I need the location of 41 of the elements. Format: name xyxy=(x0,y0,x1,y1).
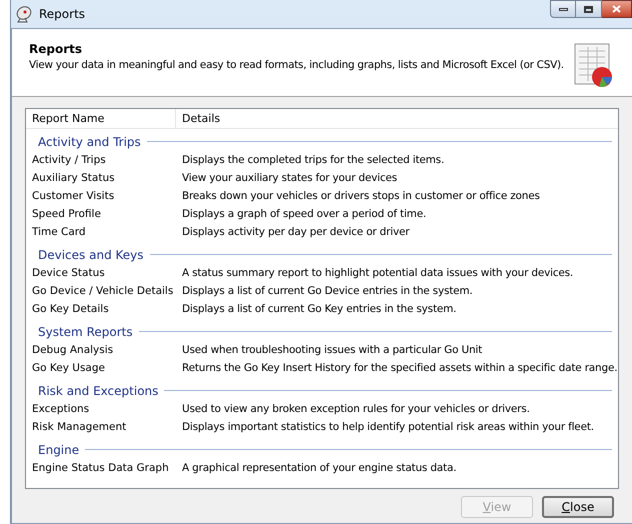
report-details: A status summary report to highlight potential data issues with your devices. xyxy=(181,266,574,282)
column-header[interactable]: Details xyxy=(176,109,220,128)
window-title: Reports xyxy=(39,6,86,23)
maximize-button[interactable] xyxy=(576,0,602,18)
header-description: View your data in meaningful and easy to read formats, including graphs, lists and Microsoft Excel (or CSV). xyxy=(29,58,564,73)
report-name[interactable]: Go Key Usage xyxy=(26,361,176,377)
report-name[interactable]: Activity / Trips xyxy=(26,153,176,169)
report-details: Displays the completed trips for the selected items. xyxy=(181,153,444,168)
report-details: Displays a graph of speed over a period of time. xyxy=(181,207,426,222)
report-details: Returns the Go Key Insert History for the specified assets within a specific date range. xyxy=(181,361,618,376)
report-name[interactable]: Debug Analysis xyxy=(26,343,176,359)
minimize-button[interactable] xyxy=(550,0,576,18)
close-window-button[interactable] xyxy=(602,0,632,18)
header-title: Reports xyxy=(29,41,84,57)
group-header[interactable]: Risk and Exceptions xyxy=(38,382,158,400)
close-button[interactable]: Close xyxy=(542,496,614,518)
report-name[interactable]: Exceptions xyxy=(26,402,176,418)
group-header[interactable]: System Reports xyxy=(38,322,133,340)
report-details: Displays activity per day per device or driver xyxy=(181,225,410,240)
report-details: Breaks down your vehicles or drivers stops in customer or office zones xyxy=(181,189,540,204)
report-name[interactable]: Risk Management xyxy=(26,420,176,436)
report-details: View your auxiliary states for your devices xyxy=(181,171,398,186)
report-details: A graphical representation of your engine status data. xyxy=(181,461,456,476)
report-details: Displays a list of current Go Device entries in the system. xyxy=(181,284,473,300)
group-header[interactable]: Engine xyxy=(38,440,80,458)
report-name[interactable]: Go Device / Vehicle Details xyxy=(26,284,176,300)
report-name[interactable]: Auxiliary Status xyxy=(26,171,176,187)
report-name[interactable]: Customer Visits xyxy=(26,189,176,205)
report-details: Used when troubleshooting issues with a particular Go Unit xyxy=(181,343,482,358)
report-name[interactable]: Engine Status Data Graph xyxy=(26,461,176,477)
report-details: Displays a list of current Go Key entries in the system. xyxy=(181,302,456,318)
report-name[interactable]: Device Status xyxy=(26,266,176,282)
report-name[interactable]: Time Card xyxy=(26,225,176,241)
group-header[interactable]: Activity and Trips xyxy=(38,132,141,150)
close-icon xyxy=(612,5,621,13)
group-header[interactable]: Devices and Keys xyxy=(38,246,144,264)
report-name[interactable]: Go Key Details xyxy=(26,302,176,318)
column-header[interactable]: Report Name xyxy=(26,109,176,128)
report-details: Displays important statistics to help identify potential risk areas within your fleet. xyxy=(181,420,594,436)
report-name[interactable]: Speed Profile xyxy=(26,207,176,223)
report-details: Used to view any broken exception rules for your vehicles or drivers. xyxy=(181,402,530,418)
